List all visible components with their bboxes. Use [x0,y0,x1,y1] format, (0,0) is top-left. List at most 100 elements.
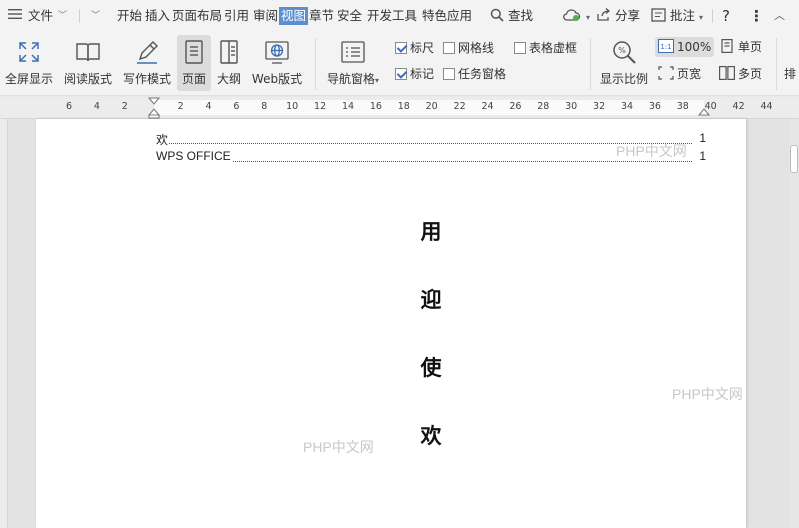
checkbox-unchecked [443,68,455,80]
horizontal-ruler[interactable]: 6 4 2 2 4 6 8 10 12 14 16 18 20 22 24 26 28 30 32 34 36 38 40 4… [0,97,799,119]
zoom-100-button[interactable]: 1:1 100% [655,37,715,57]
vertical-text-char: 使 [420,355,442,380]
navigation-pane-icon [341,41,365,63]
page-width-icon [658,66,674,80]
tab-special[interactable]: 特色应用 [422,7,472,25]
ruler-tick-label: 2 [121,101,128,112]
ruler-tick-label: 10 [286,101,299,112]
task-pane-checkbox[interactable]: 任务窗格 [443,66,506,82]
ruler-tick-label: 8 [261,101,268,112]
tab-view[interactable]: 视图 [279,7,309,25]
book-icon [76,43,100,62]
toc-entry-text: WPS OFFICE [156,149,232,163]
document-page[interactable]: 欢 1 WPS OFFICE 1 用 迎 使 欢 PHP中文网 PHP中文网 P… [36,119,746,528]
cloud-icon [563,9,581,21]
writing-mode-label: 写作模式 [122,72,171,86]
separator [315,38,316,90]
collapse-ribbon-icon[interactable]: ︿ [774,7,785,25]
comment-button[interactable]: 批注 ▾ [651,7,703,25]
tab-security[interactable]: 安全 [337,7,362,25]
outline-view-label: 大纲 [216,72,241,86]
ruler-tick-label: 32 [593,101,606,112]
tab-page-layout[interactable]: 页面布局 [172,7,222,25]
separator [79,9,80,23]
share-button[interactable]: 分享 [596,7,640,25]
quick-access-dropdown-icon[interactable]: ﹀ [91,7,100,25]
tab-insert[interactable]: 插入 [145,7,170,25]
cloud-sync-button[interactable]: ▾ [562,7,590,25]
toc-leader-dots [156,161,692,162]
file-menu[interactable]: 文件 [28,7,53,25]
pen-icon [137,41,158,64]
ribbon-toolbar: 全屏显示 阅读版式 写作模式 页面 大纲 Web版式 导航窗格▾ 标尺 网格线 … [0,32,799,96]
vertical-ruler[interactable] [0,119,8,528]
ruler-tick-label: 6 [65,101,73,112]
ruler-tick-label: 38 [676,101,689,112]
ruler-tick-label: 44 [760,101,773,112]
outline-view-button[interactable]: 大纲 [214,35,244,91]
page-view-button[interactable]: 页面 [177,35,211,91]
hamburger-icon[interactable] [8,7,22,25]
ruler-checkbox[interactable]: 标尺 [395,40,434,56]
single-page-button[interactable]: 单页 [719,37,762,57]
file-dropdown-icon[interactable]: ﹀ [58,7,67,25]
ruler-tick-label: 36 [648,101,661,112]
search-button[interactable]: 查找 [490,7,533,25]
tab-references[interactable]: 引用 [224,7,249,25]
toc-leader-dots [156,143,692,144]
share-icon [597,8,611,21]
cloud-dropdown-icon: ▾ [585,13,590,22]
tab-developer[interactable]: 开发工具 [367,7,417,25]
watermark: PHP中文网 [672,386,743,402]
share-label: 分享 [614,8,640,23]
ruler-tick-label: 2 [177,101,184,112]
ruler-tick-label: 12 [314,101,327,112]
gridlines-checkbox[interactable]: 网格线 [443,40,494,56]
scrollbar-thumb[interactable] [790,145,798,173]
ruler-tick-label: 20 [425,101,438,112]
zoom-button[interactable]: % 显示比例 [597,35,651,91]
web-layout-label: Web版式 [251,72,303,86]
toc-entry-text: 欢 [156,133,170,147]
fullscreen-label: 全屏显示 [4,72,53,86]
ruler-tick-label: 16 [369,101,382,112]
reading-layout-button[interactable]: 阅读版式 [62,35,114,91]
page-width-button[interactable]: 页宽 [658,64,701,84]
web-icon [265,41,289,64]
svg-text:1:1: 1:1 [660,43,671,51]
fullscreen-button[interactable]: 全屏显示 [2,35,56,91]
ruler-tick-label: 6 [233,101,240,112]
first-line-indent-marker[interactable] [148,97,160,119]
navigation-pane-button[interactable]: 导航窗格▾ [322,35,384,91]
ruler-tick-label: 18 [397,101,410,112]
tab-home[interactable]: 开始 [117,7,142,25]
multi-page-button[interactable]: 多页 [719,64,762,84]
ruler-tick-label: 14 [341,101,355,112]
ruler-tick-label: 34 [620,101,634,112]
web-layout-button[interactable]: Web版式 [249,35,305,91]
checkbox-checked [395,42,407,54]
ruler-tick-label: 4 [93,101,100,112]
help-icon[interactable]: ? [722,7,730,25]
single-page-icon [721,39,733,53]
outline-icon [220,40,238,64]
actual-size-icon: 1:1 [658,39,674,53]
tab-review[interactable]: 审阅 [253,7,278,25]
right-indent-marker[interactable] [698,97,710,119]
separator [590,38,591,90]
more-options-icon[interactable]: ⋮ [749,7,764,25]
ruler-tick-label: 28 [537,101,550,112]
watermark: PHP中文网 [303,439,374,455]
table-gridlines-checkbox[interactable]: 表格虚框 [514,40,577,56]
writing-mode-button[interactable]: 写作模式 [121,35,173,91]
comment-icon [651,8,666,22]
separator [776,38,777,90]
arrange-button-partial[interactable]: 排 [784,64,799,84]
zoom-icon: % [613,41,636,64]
tab-chapter[interactable]: 章节 [309,7,334,25]
vertical-text-char: 欢 [420,423,442,448]
vertical-scrollbar[interactable] [789,119,799,528]
reading-layout-label: 阅读版式 [63,72,112,86]
marks-checkbox[interactable]: 标记 [395,66,434,82]
navigation-pane-label: 导航窗格▾ [326,72,380,86]
